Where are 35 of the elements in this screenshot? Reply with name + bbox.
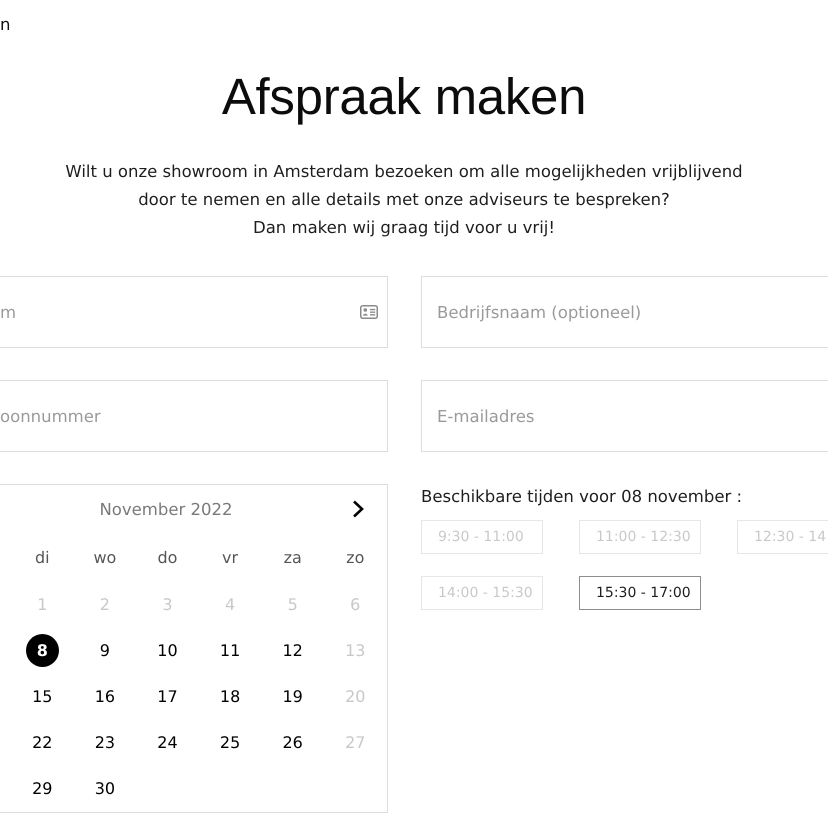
- calendar-day[interactable]: 8: [26, 634, 59, 666]
- weekday-label: do: [158, 548, 178, 566]
- calendar-day[interactable]: 16: [94, 686, 116, 706]
- page-title: Afspraak maken: [222, 67, 586, 127]
- calendar-day[interactable]: 12: [282, 640, 303, 660]
- weekday-label: di: [34, 548, 50, 566]
- input-field[interactable]: m: [0, 276, 388, 348]
- calendar-day[interactable]: 29: [32, 778, 52, 798]
- chevron-right-icon: [352, 500, 364, 518]
- id-card-icon: [360, 305, 378, 319]
- available-times-label: Beschikbare tijden voor 08 november :: [421, 486, 742, 508]
- calendar-day[interactable]: 10: [157, 640, 178, 660]
- calendar-day[interactable]: 9: [100, 640, 110, 660]
- calendar-day[interactable]: 25: [220, 732, 240, 752]
- input-field[interactable]: Bedrijfsnaam (optioneel): [421, 276, 828, 348]
- month-title: November 2022: [99, 500, 233, 518]
- calendar-day[interactable]: 18: [220, 686, 240, 706]
- calendar-day[interactable]: 24: [157, 732, 178, 752]
- time-slot-button[interactable]: 15:30 - 17:00: [579, 576, 701, 610]
- weekday-label: vr: [222, 548, 238, 566]
- calendar-day[interactable]: 30: [94, 778, 116, 798]
- weekday-label: za: [284, 548, 302, 566]
- calendar-day[interactable]: 23: [94, 732, 116, 752]
- input-field[interactable]: oonnummer: [0, 380, 388, 452]
- calendar-day[interactable]: 22: [32, 732, 52, 752]
- weekday-label: wo: [93, 548, 116, 566]
- calendar-day[interactable]: 15: [32, 686, 52, 706]
- intro-paragraph: Wilt u onze showroom in Amsterdam bezoeken om alle mogelijkheden vrijblijvend door te nemen en alle details met onze adviseurs te bespreken? Dan maken wij graag tijd voor u vrij!: [65, 161, 743, 239]
- calendar-day[interactable]: 17: [157, 686, 178, 706]
- weekday-label: zo: [346, 548, 364, 566]
- calendar-day[interactable]: 11: [220, 640, 240, 660]
- input-field[interactable]: E-mailadres: [421, 380, 828, 452]
- header-text: n: [0, 14, 10, 36]
- calendar-day[interactable]: 19: [282, 686, 303, 706]
- calendar-day[interactable]: 26: [282, 732, 303, 752]
